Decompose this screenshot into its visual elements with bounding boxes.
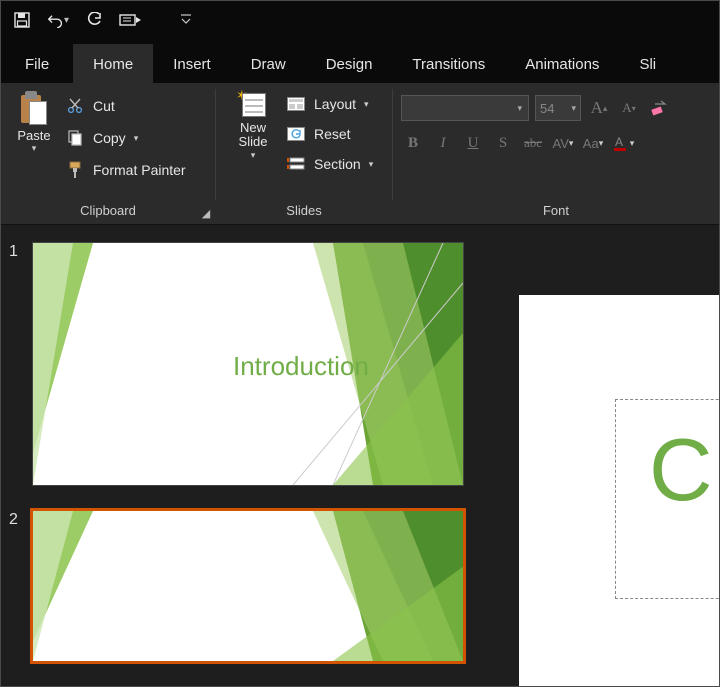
title-placeholder-text: Cl xyxy=(649,419,719,521)
group-font-label: Font xyxy=(401,201,711,222)
paste-dropdown-icon[interactable]: ▾ xyxy=(32,143,37,154)
strikethrough-button[interactable]: abc xyxy=(521,131,545,155)
quick-access-toolbar: ▾ xyxy=(1,1,719,39)
copy-dropdown-icon[interactable]: ▾ xyxy=(134,133,139,144)
copy-icon xyxy=(65,129,85,147)
bold-button[interactable]: B xyxy=(401,131,425,155)
thumbnail-number: 1 xyxy=(9,243,33,485)
tab-animations[interactable]: Animations xyxy=(505,44,619,83)
group-clipboard-label: Clipboard xyxy=(9,201,207,222)
cut-button[interactable]: Cut xyxy=(65,93,186,119)
text-shadow-button[interactable]: S xyxy=(491,131,515,155)
font-size-value: 54 xyxy=(540,101,554,116)
svg-text:A: A xyxy=(615,135,623,149)
layout-label: Layout xyxy=(314,96,356,112)
clipboard-dialog-launcher-icon[interactable]: ◢ xyxy=(199,206,213,220)
format-painter-label: Format Painter xyxy=(93,162,186,178)
ribbon: Paste ▾ Cut Copy ▾ xyxy=(1,83,719,225)
change-case-button[interactable]: Aa▾ xyxy=(581,131,605,155)
thumbnail-row: 1 Introductio xyxy=(9,243,479,485)
chevron-down-icon: ▾ xyxy=(571,103,576,114)
tab-file[interactable]: File xyxy=(1,44,73,83)
paste-icon xyxy=(19,91,49,125)
undo-dropdown-icon[interactable]: ▾ xyxy=(64,15,69,26)
slide-thumbnails-pane[interactable]: 1 Introductio xyxy=(1,225,499,686)
increase-font-icon[interactable]: A▴ xyxy=(587,96,611,120)
redo-icon[interactable] xyxy=(83,9,105,31)
group-clipboard: Paste ▾ Cut Copy ▾ xyxy=(1,83,215,224)
cut-label: Cut xyxy=(93,98,115,114)
tab-transitions[interactable]: Transitions xyxy=(392,44,505,83)
thumbnail-row: 2 xyxy=(9,511,479,661)
format-painter-button[interactable]: Format Painter xyxy=(65,157,186,183)
section-button[interactable]: Section ▾ xyxy=(286,151,373,177)
slide-thumbnail-1[interactable]: Introduction xyxy=(33,243,463,485)
new-slide-label: New Slide xyxy=(239,121,268,150)
group-slides-label: Slides xyxy=(224,201,384,222)
group-font: ▾ 54 ▾ A▴ A▾ B I U S abc xyxy=(393,83,719,224)
save-icon[interactable] xyxy=(11,9,33,31)
decrease-font-icon[interactable]: A▾ xyxy=(617,96,641,120)
layout-button[interactable]: Layout ▾ xyxy=(286,91,373,117)
chevron-down-icon: ▾ xyxy=(630,138,635,149)
ribbon-tabs: File Home Insert Draw Design Transitions… xyxy=(1,39,719,83)
font-color-button[interactable]: A ▾ xyxy=(611,131,635,155)
app-window: ▾ File Home Insert Draw Design Transitio… xyxy=(0,0,720,687)
group-slides: ✶ New Slide ▾ Layout ▾ xyxy=(216,83,392,224)
tab-draw[interactable]: Draw xyxy=(231,44,306,83)
slide-canvas[interactable]: Cl xyxy=(519,295,719,686)
format-painter-icon xyxy=(65,161,85,179)
copy-label: Copy xyxy=(93,130,126,146)
clear-formatting-icon[interactable] xyxy=(647,97,669,119)
customize-qat-icon[interactable] xyxy=(175,9,197,31)
paste-label: Paste xyxy=(17,129,50,143)
reset-button[interactable]: Reset xyxy=(286,121,373,147)
tab-design[interactable]: Design xyxy=(306,44,393,83)
copy-button[interactable]: Copy ▾ xyxy=(65,125,186,151)
section-icon xyxy=(286,156,306,172)
section-label: Section xyxy=(314,156,361,172)
reset-icon xyxy=(286,126,306,142)
editor-area: 1 Introductio xyxy=(1,225,719,686)
font-size-combo[interactable]: 54 ▾ xyxy=(535,95,581,121)
font-family-combo[interactable]: ▾ xyxy=(401,95,529,121)
underline-button[interactable]: U xyxy=(461,131,485,155)
section-dropdown-icon[interactable]: ▾ xyxy=(369,159,374,170)
italic-button[interactable]: I xyxy=(431,131,455,155)
slide-title-text: Introduction xyxy=(233,351,369,382)
tab-home[interactable]: Home xyxy=(73,44,153,83)
character-spacing-button[interactable]: AV▾ xyxy=(551,131,575,155)
tab-slideshow-truncated[interactable]: Sli xyxy=(619,44,676,83)
reset-label: Reset xyxy=(314,126,351,142)
new-slide-icon: ✶ xyxy=(238,89,268,119)
new-slide-button[interactable]: ✶ New Slide ▾ xyxy=(224,87,282,161)
slide-canvas-pane[interactable]: Cl xyxy=(499,225,719,686)
start-from-beginning-icon[interactable] xyxy=(119,9,141,31)
new-slide-dropdown-icon[interactable]: ▾ xyxy=(251,150,256,161)
cut-icon xyxy=(65,97,85,115)
layout-icon xyxy=(286,96,306,112)
paste-button[interactable]: Paste ▾ xyxy=(9,87,59,154)
chevron-down-icon: ▾ xyxy=(517,103,522,114)
tab-insert[interactable]: Insert xyxy=(153,44,231,83)
thumbnail-number: 2 xyxy=(9,511,33,661)
layout-dropdown-icon[interactable]: ▾ xyxy=(364,99,369,110)
slide-thumbnail-2[interactable] xyxy=(33,511,463,661)
undo-icon[interactable]: ▾ xyxy=(47,9,69,31)
